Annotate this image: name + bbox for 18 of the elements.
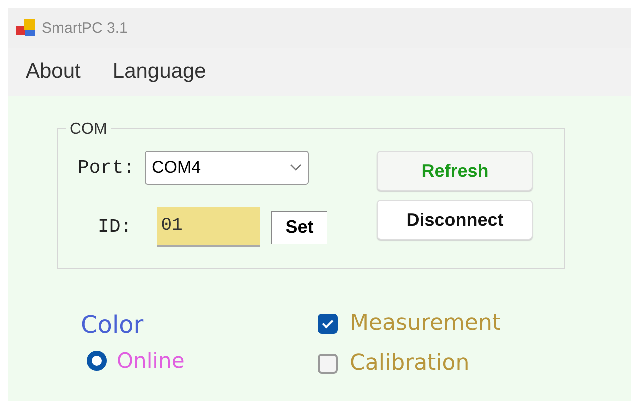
disconnect-button[interactable]: Disconnect xyxy=(377,200,534,240)
checkbox[interactable] xyxy=(318,354,338,374)
menu-item[interactable]: About xyxy=(26,60,81,84)
app-icon xyxy=(16,18,36,38)
set-button[interactable]: Set xyxy=(271,210,328,244)
color-heading: Color xyxy=(81,311,145,339)
port-dropdown[interactable]: COM4 xyxy=(145,151,310,185)
checkbox[interactable] xyxy=(318,314,338,334)
checkbox-label: Measurement xyxy=(350,311,502,336)
window-title: SmartPC 3.1 xyxy=(42,20,128,36)
radio-button[interactable] xyxy=(87,351,107,371)
port-label: Port: xyxy=(78,157,136,179)
chevron-down-icon xyxy=(290,164,302,172)
menu-item[interactable]: Language xyxy=(112,60,206,84)
radio-label: Online xyxy=(117,349,185,373)
id-label: ID: xyxy=(98,216,132,238)
checkbox-label: Calibration xyxy=(350,351,470,376)
id-field[interactable]: 01 xyxy=(157,207,260,247)
